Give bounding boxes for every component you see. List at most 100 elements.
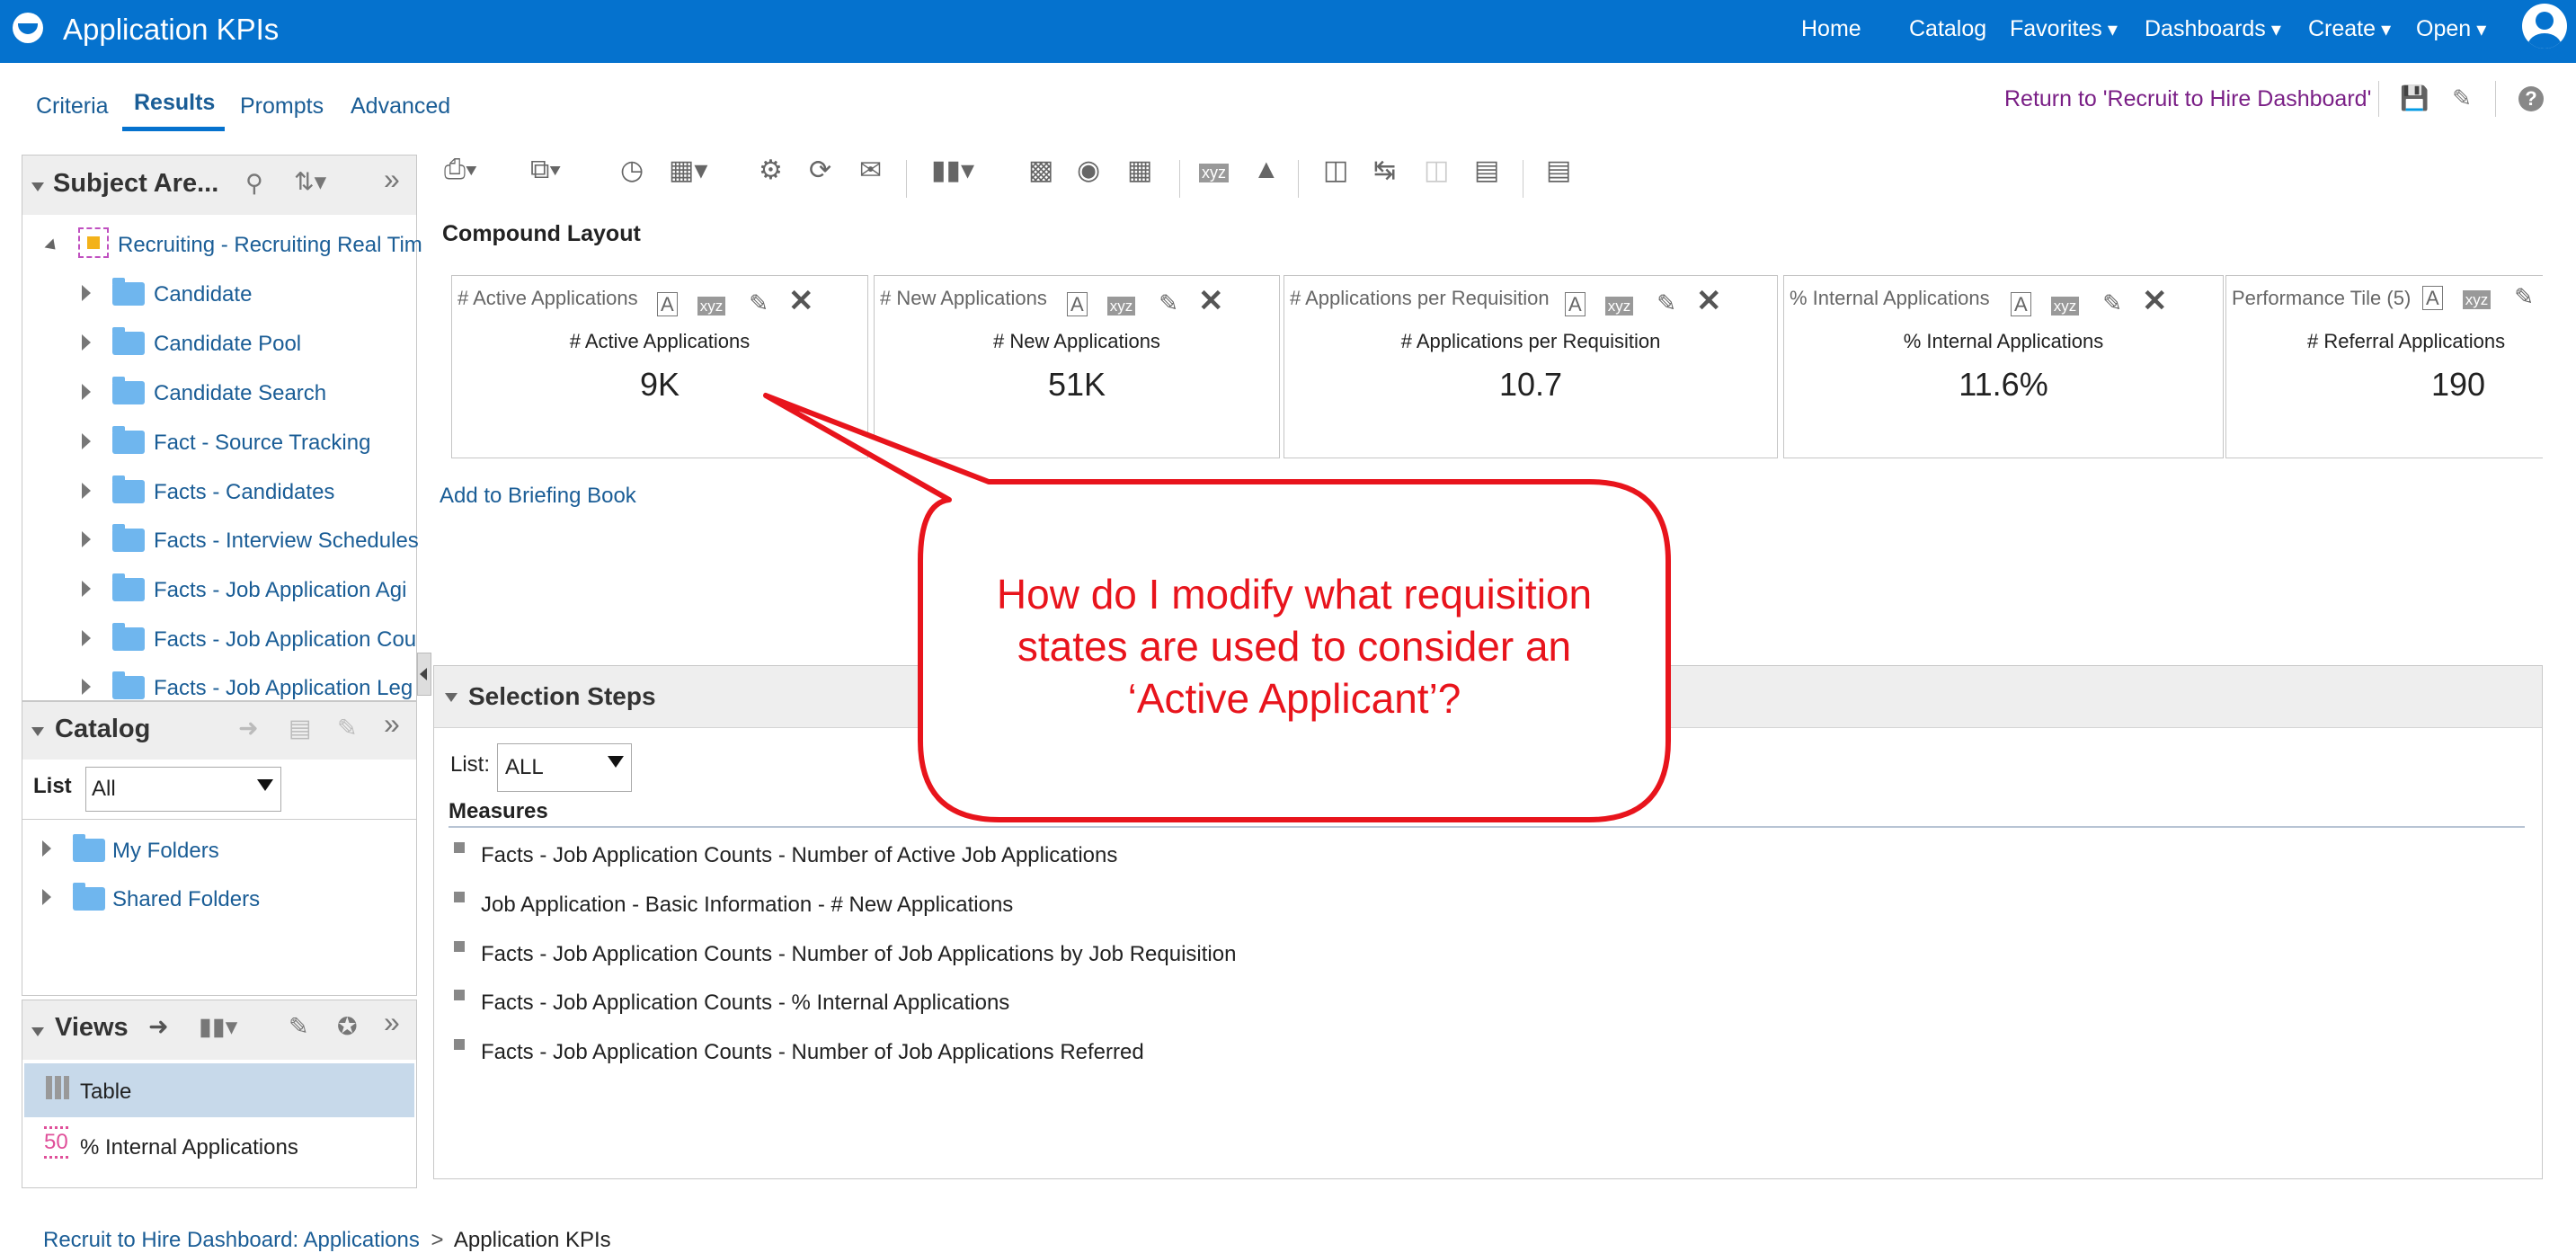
print-icon[interactable]: ⎙▾ <box>444 155 477 185</box>
xyz-icon[interactable]: xyz <box>1106 297 1136 315</box>
expand-arrow-icon[interactable] <box>82 581 91 597</box>
catalog-shared-folders[interactable]: Shared Folders <box>112 887 260 912</box>
oracle-logo-icon[interactable] <box>13 13 43 43</box>
show-sql-icon[interactable]: ⚙ <box>759 155 783 186</box>
user-avatar-icon[interactable] <box>2522 4 2567 49</box>
expand-triangle-icon[interactable] <box>44 238 60 254</box>
new-view-icon[interactable]: ▮▮▾ <box>199 1013 237 1041</box>
close-icon[interactable]: ✕ <box>2142 284 2168 318</box>
tile-new-applications[interactable]: # New Applications Axyz ✎ ✕ # New Applicat… <box>874 275 1280 458</box>
catalog-list-select[interactable]: All <box>85 767 281 812</box>
edit-view-icon[interactable]: ✎ <box>289 1013 309 1041</box>
expand-arrow-icon[interactable] <box>82 679 91 695</box>
close-icon[interactable]: ✕ <box>1198 284 1224 318</box>
expand-arrow-icon[interactable] <box>82 433 91 449</box>
column-properties-icon[interactable]: ▤ <box>1474 155 1499 186</box>
measure-item[interactable]: Job Application - Basic Information - # … <box>454 892 1013 918</box>
view-item-internal-applications[interactable]: 50 % Internal Applications <box>24 1119 414 1173</box>
tab-results[interactable]: Results <box>134 90 215 116</box>
format-icon[interactable]: A <box>2011 292 2031 316</box>
nav-favorites[interactable]: Favorites <box>2010 16 2118 42</box>
expand-panel-icon[interactable]: » <box>384 163 400 196</box>
measure-item[interactable]: Facts - Job Application Counts - % Inter… <box>454 990 1009 1016</box>
view-properties-icon[interactable]: ✪ <box>337 1013 358 1041</box>
expand-panel-icon[interactable]: » <box>384 1006 400 1039</box>
return-to-dashboard-link[interactable]: Return to 'Recruit to Hire Dashboard' <box>2004 86 2371 112</box>
format-icon[interactable]: A <box>1067 292 1088 316</box>
tile-applications-per-requisition[interactable]: # Applications per Requisition Axyz ✎ ✕ # … <box>1284 275 1778 458</box>
expand-panel-icon[interactable]: » <box>384 707 400 741</box>
panel-splitter-handle[interactable] <box>417 653 431 696</box>
expand-arrow-icon[interactable] <box>82 285 91 301</box>
tab-prompts[interactable]: Prompts <box>240 93 324 120</box>
expand-arrow-icon[interactable] <box>82 384 91 400</box>
export-icon[interactable]: ⧉▾ <box>530 155 561 185</box>
group-icon[interactable]: ◉ <box>1077 155 1100 186</box>
nav-create[interactable]: Create <box>2308 16 2391 42</box>
nav-home[interactable]: Home <box>1801 16 1861 42</box>
tab-advanced[interactable]: Advanced <box>351 93 450 120</box>
expand-arrow-icon[interactable] <box>82 483 91 499</box>
catalog-my-folders[interactable]: My Folders <box>112 839 219 864</box>
xyz-icon[interactable]: xyz <box>2050 297 2080 315</box>
xyz-text-icon[interactable]: xyz <box>1199 164 1229 182</box>
measure-item[interactable]: Facts - Job Application Counts - Number … <box>454 842 1117 868</box>
nav-catalog[interactable]: Catalog <box>1909 16 1986 42</box>
sort-icon[interactable]: ⇅▾ <box>294 168 326 196</box>
collapse-triangle-icon[interactable] <box>31 182 44 191</box>
tree-item-facts-job-application-aging[interactable]: Facts - Job Application Agi <box>154 578 406 603</box>
tile-active-applications[interactable]: # Active Applications Axyz ✎ ✕ # Active Ap… <box>451 275 868 458</box>
xyz-icon[interactable]: xyz <box>1604 297 1634 315</box>
schedule-icon[interactable]: ◷ <box>620 155 644 186</box>
edit-pencil-icon[interactable]: ✎ <box>2514 283 2534 310</box>
close-icon[interactable]: ✕ <box>1696 284 1722 318</box>
edit-pencil-icon[interactable]: ✎ <box>2102 289 2122 316</box>
expand-arrow-icon[interactable] <box>42 840 51 857</box>
nav-dashboards[interactable]: Dashboards <box>2145 16 2281 42</box>
help-icon[interactable]: ? <box>2518 86 2544 111</box>
tile-internal-applications[interactable]: % Internal Applications Axyz ✎ ✕ % Interna… <box>1783 275 2224 458</box>
add-filter-icon[interactable]: ▩ <box>1028 155 1053 186</box>
calculated-item-icon[interactable]: ▦ <box>1127 155 1152 186</box>
tab-criteria[interactable]: Criteria <box>36 93 109 120</box>
tree-item-facts-job-application-legislative[interactable]: Facts - Job Application Leg <box>154 676 413 701</box>
breadcrumb-link[interactable]: Recruit to Hire Dashboard: Applications <box>43 1228 420 1252</box>
refresh-icon[interactable]: ⟳ <box>809 155 831 186</box>
tree-item-fact-source-tracking[interactable]: Fact - Source Tracking <box>154 431 370 456</box>
close-icon[interactable]: ✕ <box>788 284 814 318</box>
email-icon[interactable]: ✉ <box>859 155 882 186</box>
edit-analysis-icon[interactable]: ▤ <box>1546 155 1571 186</box>
sync-icon[interactable]: ↹ <box>1373 155 1396 186</box>
edit-pencil-icon[interactable]: ✎ <box>1159 289 1178 316</box>
selection-list-select[interactable]: ALL <box>497 743 632 792</box>
collapse-triangle-icon[interactable] <box>31 1027 44 1036</box>
tree-item-facts-candidates[interactable]: Facts - Candidates <box>154 480 334 505</box>
nav-open[interactable]: Open <box>2416 16 2486 42</box>
add-view-arrow-icon[interactable]: ➜ <box>148 1013 169 1041</box>
add-to-briefing-book-link[interactable]: Add to Briefing Book <box>440 484 636 509</box>
format-icon[interactable]: A <box>1565 292 1586 316</box>
cube-icon[interactable]: ▦▾ <box>669 155 707 186</box>
expand-arrow-icon[interactable] <box>82 531 91 547</box>
expand-arrow-icon[interactable] <box>82 630 91 646</box>
edit-pencil-icon[interactable]: ✎ <box>749 289 768 316</box>
tile-referral-applications[interactable]: Performance Tile (5) Axyz ✎ # Referral Ap… <box>2225 275 2543 458</box>
view-item-table[interactable]: Table <box>24 1063 414 1117</box>
text-format-icon[interactable]: ▲ <box>1253 155 1280 185</box>
format-icon[interactable]: A <box>2422 286 2443 310</box>
xyz-icon[interactable]: xyz <box>2462 290 2492 309</box>
edit-pencil-icon[interactable]: ✎ <box>1657 289 1676 316</box>
format-icon[interactable]: A <box>657 292 678 316</box>
tree-item-candidate-pool[interactable]: Candidate Pool <box>154 332 301 357</box>
collapse-triangle-icon[interactable] <box>31 727 44 736</box>
new-view-icon[interactable]: ▮▮▾ <box>931 155 974 186</box>
tree-item-candidate[interactable]: Candidate <box>154 282 252 307</box>
xyz-icon[interactable]: xyz <box>697 297 726 315</box>
measure-item[interactable]: Facts - Job Application Counts - Number … <box>454 941 1236 967</box>
tree-item-facts-interview-schedules[interactable]: Facts - Interview Schedules <box>154 529 419 554</box>
save-icon[interactable]: 💾 <box>2400 84 2429 111</box>
tree-item-facts-job-application-counts[interactable]: Facts - Job Application Cou <box>154 627 416 653</box>
measure-item[interactable]: Facts - Job Application Counts - Number … <box>454 1039 1144 1065</box>
subject-area-root[interactable]: Recruiting - Recruiting Real Tim <box>118 233 422 258</box>
collapse-triangle-icon[interactable] <box>445 693 457 702</box>
